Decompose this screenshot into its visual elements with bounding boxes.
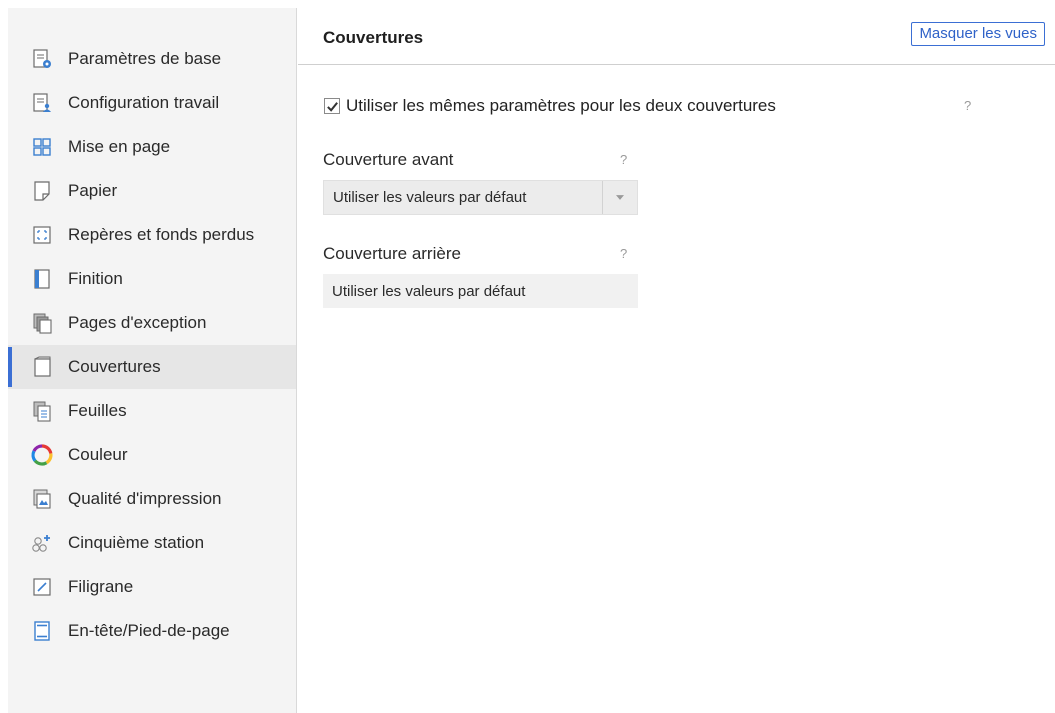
sidebar-item-configuration-travail[interactable]: Configuration travail xyxy=(8,81,296,125)
color-wheel-icon xyxy=(30,443,54,467)
front-cover-label: Couverture avant xyxy=(323,150,454,169)
checkmark-icon xyxy=(326,101,338,112)
covers-icon xyxy=(30,355,54,379)
sidebar-item-en-tete-pied-de-page[interactable]: En-tête/Pied-de-page xyxy=(8,609,296,653)
finishing-icon xyxy=(30,267,54,291)
dropdown-arrow-icon[interactable] xyxy=(602,181,637,214)
front-cover-select[interactable]: Utiliser les valeurs par défaut xyxy=(323,180,638,215)
layout-grid-icon xyxy=(30,135,54,159)
sidebar-nav: Paramètres de base Configuration travail… xyxy=(8,37,296,653)
header-footer-icon xyxy=(30,619,54,643)
front-cover-help-icon[interactable]: ? xyxy=(620,152,627,167)
sidebar-item-label: Couvertures xyxy=(68,357,161,376)
main-panel: Couvertures Masquer les vues Utiliser le… xyxy=(298,8,1055,713)
sidebar-item-parametres-de-base[interactable]: Paramètres de base xyxy=(8,37,296,81)
watermark-icon xyxy=(30,575,54,599)
hide-views-button[interactable]: Masquer les vues xyxy=(911,22,1045,46)
sidebar-item-label: Mise en page xyxy=(68,137,171,156)
same-settings-label: Utiliser les mêmes paramètres pour les d… xyxy=(346,96,776,115)
same-settings-checkbox[interactable] xyxy=(324,98,340,114)
same-settings-help-icon[interactable]: ? xyxy=(964,98,971,113)
sidebar-item-couvertures[interactable]: Couvertures xyxy=(8,345,296,389)
sidebar-item-label: Filigrane xyxy=(68,577,134,596)
sidebar-item-qualite-d-impression[interactable]: Qualité d'impression xyxy=(8,477,296,521)
sidebar-item-label: Finition xyxy=(68,269,123,288)
sidebar-item-feuilles[interactable]: Feuilles xyxy=(8,389,296,433)
fifth-station-icon xyxy=(30,531,54,555)
sidebar-item-finition[interactable]: Finition xyxy=(8,257,296,301)
exception-pages-icon xyxy=(30,311,54,335)
sidebar-item-pages-d-exception[interactable]: Pages d'exception xyxy=(8,301,296,345)
sidebar-item-label: Couleur xyxy=(68,445,128,464)
sidebar-item-reperes-et-fonds-perdus[interactable]: Repères et fonds perdus xyxy=(8,213,296,257)
sidebar: Paramètres de base Configuration travail… xyxy=(8,8,297,713)
back-cover-value: Utiliser les valeurs par défaut xyxy=(323,274,638,308)
front-cover-select-value: Utiliser les valeurs par défaut xyxy=(333,189,527,206)
sidebar-item-couleur[interactable]: Couleur xyxy=(8,433,296,477)
sheets-icon xyxy=(30,399,54,423)
print-quality-icon xyxy=(30,487,54,511)
sidebar-item-papier[interactable]: Papier xyxy=(8,169,296,213)
sidebar-item-label: Paramètres de base xyxy=(68,49,222,68)
sidebar-item-mise-en-page[interactable]: Mise en page xyxy=(8,125,296,169)
job-config-icon xyxy=(30,91,54,115)
marks-bleed-icon xyxy=(30,223,54,247)
sidebar-item-label: Pages d'exception xyxy=(68,313,207,332)
sidebar-item-label: Configuration travail xyxy=(68,93,220,112)
sidebar-item-label: Papier xyxy=(68,181,118,200)
panel-header: Couvertures Masquer les vues xyxy=(298,8,1055,65)
back-cover-help-icon[interactable]: ? xyxy=(620,246,627,261)
sidebar-item-filigrane[interactable]: Filigrane xyxy=(8,565,296,609)
sidebar-item-label: Qualité d'impression xyxy=(68,489,222,508)
paper-icon xyxy=(30,179,54,203)
sidebar-item-label: Repères et fonds perdus xyxy=(68,225,255,244)
back-cover-label: Couverture arrière xyxy=(323,244,461,263)
sidebar-item-label: Feuilles xyxy=(68,401,127,420)
same-settings-option[interactable]: Utiliser les mêmes paramètres pour les d… xyxy=(324,96,776,116)
sidebar-item-cinquieme-station[interactable]: Cinquième station xyxy=(8,521,296,565)
sidebar-item-label: En-tête/Pied-de-page xyxy=(68,621,230,640)
sidebar-item-label: Cinquième station xyxy=(68,533,205,552)
page-title: Couvertures xyxy=(323,28,424,47)
basic-settings-icon xyxy=(30,47,54,71)
